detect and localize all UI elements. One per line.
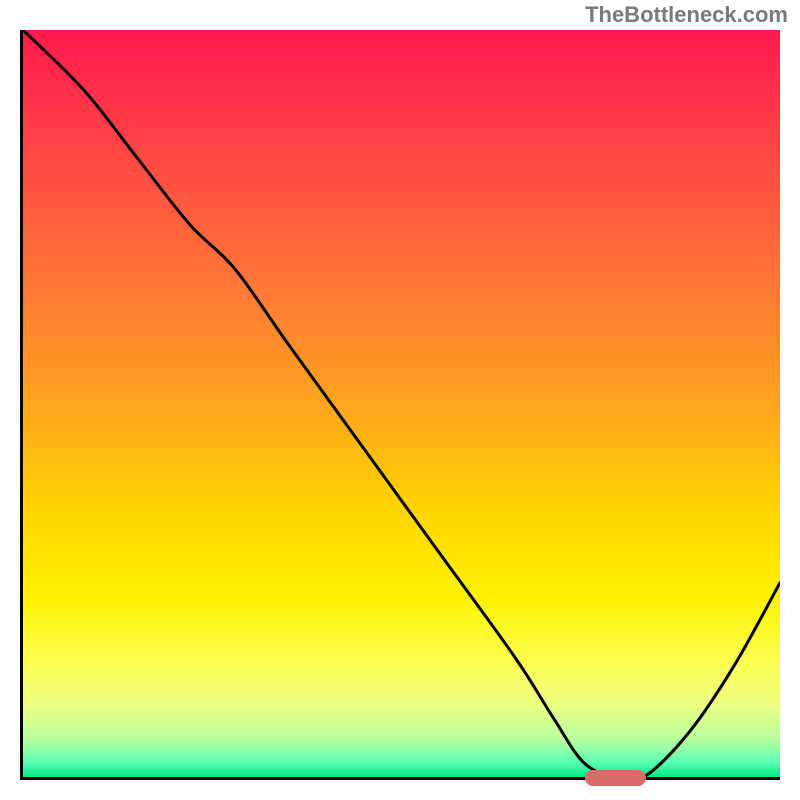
optimal-marker bbox=[585, 770, 646, 786]
watermark-text: TheBottleneck.com bbox=[585, 2, 788, 28]
bottleneck-curve bbox=[23, 30, 780, 777]
curve-layer bbox=[23, 30, 780, 777]
plot-area bbox=[20, 30, 780, 780]
